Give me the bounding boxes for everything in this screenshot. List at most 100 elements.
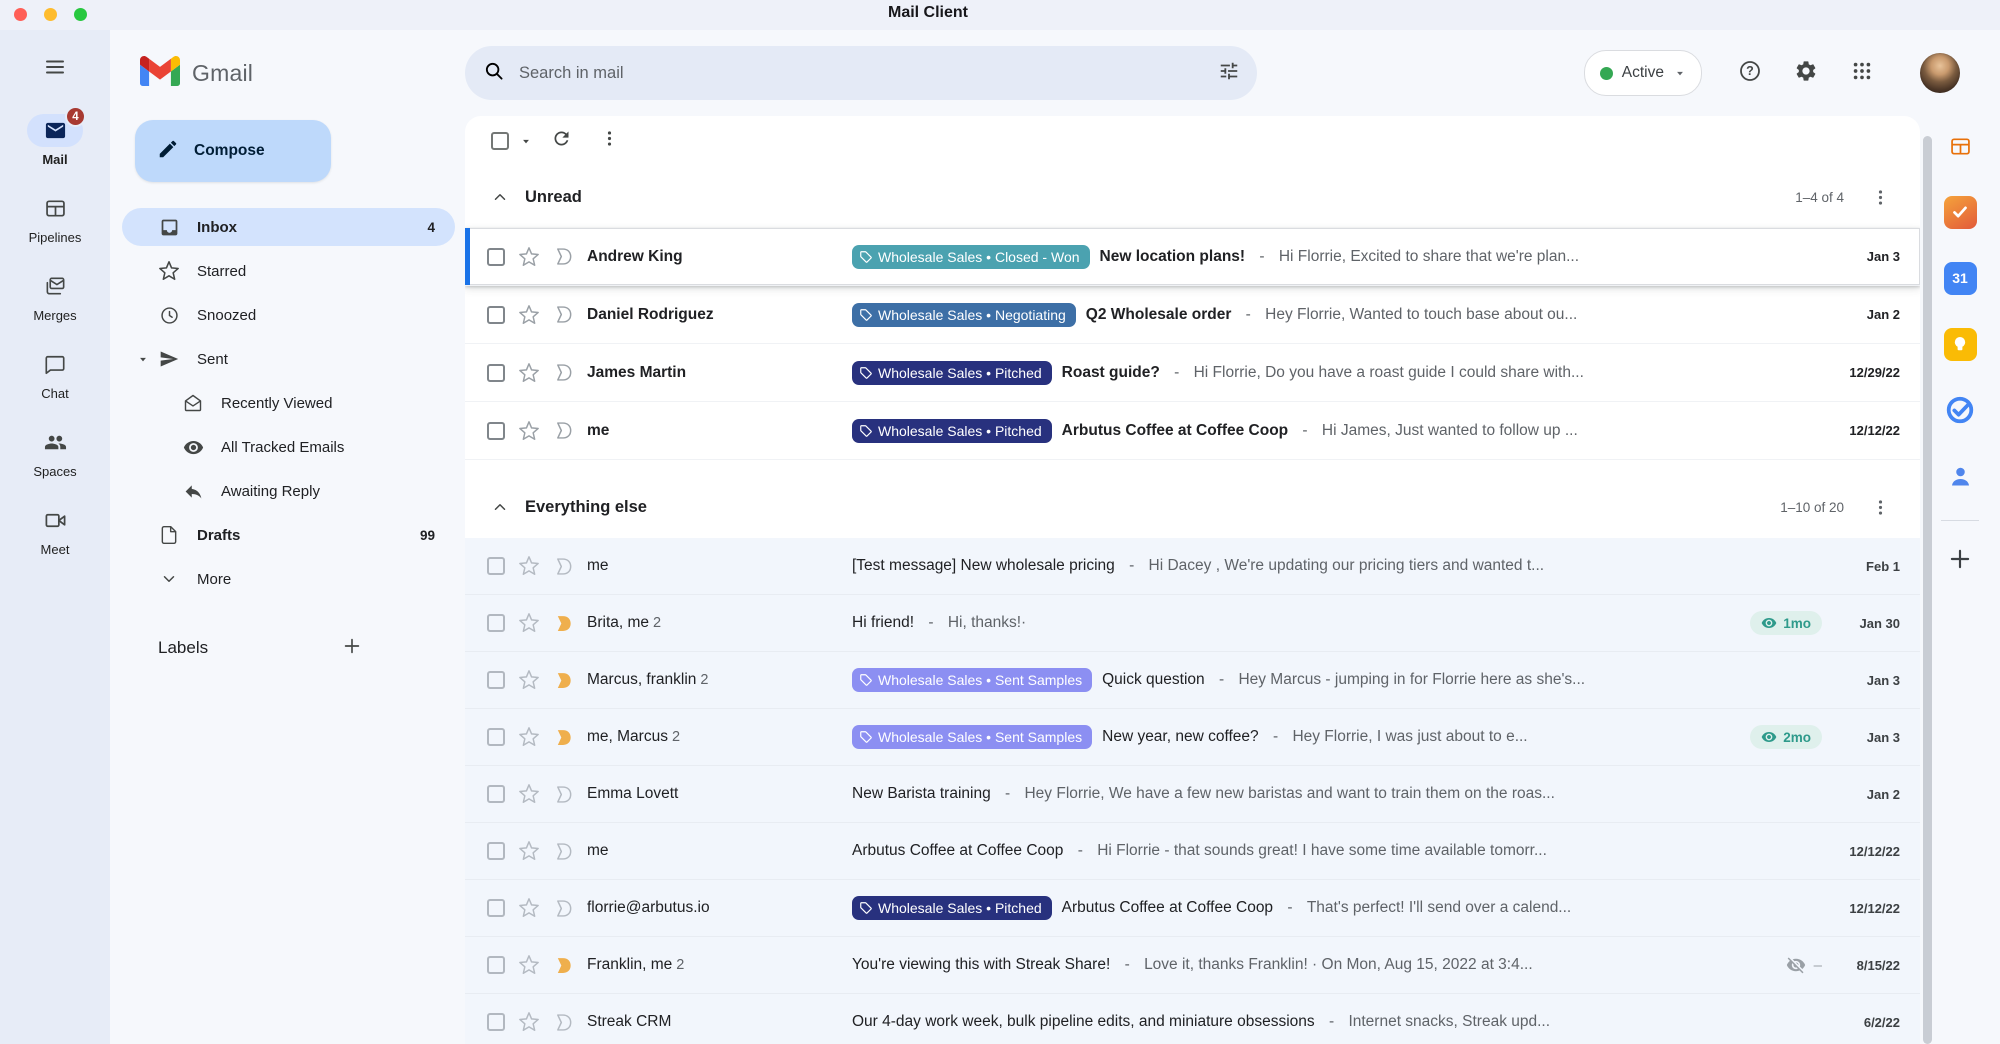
panel-calendar-button[interactable]: 31 xyxy=(1938,256,1982,300)
star-icon[interactable] xyxy=(518,362,540,384)
sidebar-item-snoozed[interactable]: Snoozed xyxy=(122,296,455,334)
avatar[interactable] xyxy=(1920,53,1960,93)
minimize-window-button[interactable] xyxy=(44,8,57,21)
row-checkbox[interactable] xyxy=(487,557,505,575)
streak-pipeline-icon[interactable] xyxy=(553,362,574,383)
search-bar[interactable] xyxy=(465,46,1257,100)
email-row[interactable]: Brita, me2Hi friend! - Hi, thanks!·1moJa… xyxy=(465,595,1920,652)
search-input[interactable] xyxy=(517,63,1195,84)
select-all-checkbox[interactable] xyxy=(491,132,509,150)
expander-caret-icon[interactable] xyxy=(136,352,150,366)
star-icon[interactable] xyxy=(518,555,540,577)
star-icon[interactable] xyxy=(518,954,540,976)
star-icon[interactable] xyxy=(518,897,540,919)
email-row[interactable]: florrie@arbutus.ioWholesale Sales • Pitc… xyxy=(465,880,1920,937)
streak-pipeline-icon[interactable] xyxy=(553,613,574,634)
sidebar-item-starred[interactable]: Starred xyxy=(122,252,455,290)
row-checkbox[interactable] xyxy=(487,956,505,974)
sidebar-item-drafts[interactable]: Drafts99 xyxy=(122,516,455,554)
pipeline-stage-badge[interactable]: Wholesale Sales • Pitched xyxy=(852,896,1052,920)
row-checkbox[interactable] xyxy=(487,364,505,382)
streak-pipeline-icon[interactable] xyxy=(553,304,574,325)
more-options-button[interactable] xyxy=(589,121,629,161)
compose-button[interactable]: Compose xyxy=(135,120,331,182)
apps-button[interactable] xyxy=(1840,51,1884,95)
star-icon[interactable] xyxy=(518,612,540,634)
star-icon[interactable] xyxy=(518,840,540,862)
collapse-section-button[interactable] xyxy=(491,498,509,516)
streak-pipeline-icon[interactable] xyxy=(553,898,574,919)
streak-pipeline-icon[interactable] xyxy=(553,420,574,441)
rail-item-merges[interactable]: Merges xyxy=(27,270,83,323)
row-checkbox[interactable] xyxy=(487,899,505,917)
close-window-button[interactable] xyxy=(14,8,27,21)
row-checkbox[interactable] xyxy=(487,422,505,440)
panel-tasks-button[interactable] xyxy=(1938,388,1982,432)
pipeline-stage-badge[interactable]: Wholesale Sales • Sent Samples xyxy=(852,725,1092,749)
refresh-button[interactable] xyxy=(541,121,581,161)
email-row[interactable]: Franklin, me2You're viewing this with St… xyxy=(465,937,1920,994)
email-row[interactable]: meArbutus Coffee at Coffee Coop - Hi Flo… xyxy=(465,823,1920,880)
row-checkbox[interactable] xyxy=(487,728,505,746)
email-row[interactable]: James MartinWholesale Sales • PitchedRoa… xyxy=(465,344,1920,402)
pipeline-stage-badge[interactable]: Wholesale Sales • Closed - Won xyxy=(852,245,1090,269)
star-icon[interactable] xyxy=(518,726,540,748)
star-icon[interactable] xyxy=(518,783,540,805)
sidebar-item-sent[interactable]: Sent xyxy=(122,340,455,378)
email-row[interactable]: Streak CRMOur 4-day work week, bulk pipe… xyxy=(465,994,1920,1044)
sidebar-item-inbox[interactable]: Inbox4 xyxy=(122,208,455,246)
settings-button[interactable] xyxy=(1784,51,1828,95)
panel-contacts-button[interactable] xyxy=(1938,454,1982,498)
streak-pipeline-icon[interactable] xyxy=(553,246,574,267)
row-checkbox[interactable] xyxy=(487,1013,505,1031)
panel-streak-mail-button[interactable] xyxy=(1938,190,1982,234)
row-checkbox[interactable] xyxy=(487,614,505,632)
sidebar-item-recently-viewed[interactable]: Recently Viewed xyxy=(122,384,455,422)
main-menu-button[interactable] xyxy=(32,46,78,92)
star-icon[interactable] xyxy=(518,246,540,268)
row-checkbox[interactable] xyxy=(487,785,505,803)
search-options-button[interactable] xyxy=(1207,51,1251,95)
email-row[interactable]: Marcus, franklin2Wholesale Sales • Sent … xyxy=(465,652,1920,709)
pipeline-stage-badge[interactable]: Wholesale Sales • Negotiating xyxy=(852,303,1076,327)
collapse-section-button[interactable] xyxy=(491,188,509,206)
rail-item-pipelines[interactable]: Pipelines xyxy=(27,192,83,245)
email-row[interactable]: Emma LovettNew Barista training - Hey Fl… xyxy=(465,766,1920,823)
streak-pipeline-icon[interactable] xyxy=(553,670,574,691)
email-row[interactable]: me, Marcus2Wholesale Sales • Sent Sample… xyxy=(465,709,1920,766)
create-label-button[interactable] xyxy=(334,630,370,666)
pipeline-stage-badge[interactable]: Wholesale Sales • Sent Samples xyxy=(852,668,1092,692)
panel-streak-pipelines-button[interactable] xyxy=(1938,124,1982,168)
section-more-button[interactable] xyxy=(1860,487,1900,527)
pipeline-stage-badge[interactable]: Wholesale Sales • Pitched xyxy=(852,361,1052,385)
star-icon[interactable] xyxy=(518,669,540,691)
star-icon[interactable] xyxy=(518,420,540,442)
pipeline-stage-badge[interactable]: Wholesale Sales • Pitched xyxy=(852,419,1052,443)
star-icon[interactable] xyxy=(518,1011,540,1033)
row-checkbox[interactable] xyxy=(487,306,505,324)
maximize-window-button[interactable] xyxy=(74,8,87,21)
rail-item-spaces[interactable]: Spaces xyxy=(27,426,83,479)
list-scrollbar[interactable] xyxy=(1923,136,1932,1044)
streak-pipeline-icon[interactable] xyxy=(553,784,574,805)
rail-item-mail[interactable]: 4Mail xyxy=(27,114,83,167)
streak-pipeline-icon[interactable] xyxy=(553,556,574,577)
row-checkbox[interactable] xyxy=(487,248,505,266)
section-more-button[interactable] xyxy=(1860,177,1900,217)
email-row[interactable]: meWholesale Sales • PitchedArbutus Coffe… xyxy=(465,402,1920,460)
get-add-ons-button[interactable] xyxy=(1938,539,1982,583)
status-dropdown[interactable]: Active xyxy=(1584,50,1702,96)
star-icon[interactable] xyxy=(518,304,540,326)
rail-item-meet[interactable]: Meet xyxy=(27,504,83,557)
sidebar-item-all-tracked-emails[interactable]: All Tracked Emails xyxy=(122,428,455,466)
streak-pipeline-icon[interactable] xyxy=(553,727,574,748)
sidebar-item-awaiting-reply[interactable]: Awaiting Reply xyxy=(122,472,455,510)
row-checkbox[interactable] xyxy=(487,842,505,860)
help-button[interactable]: ? xyxy=(1728,51,1772,95)
panel-keep-button[interactable] xyxy=(1938,322,1982,366)
sidebar-item-more[interactable]: More xyxy=(122,560,455,598)
email-row[interactable]: Daniel RodriguezWholesale Sales • Negoti… xyxy=(465,286,1920,344)
row-checkbox[interactable] xyxy=(487,671,505,689)
select-caret-icon[interactable] xyxy=(519,134,533,148)
email-row[interactable]: me[Test message] New wholesale pricing -… xyxy=(465,538,1920,595)
